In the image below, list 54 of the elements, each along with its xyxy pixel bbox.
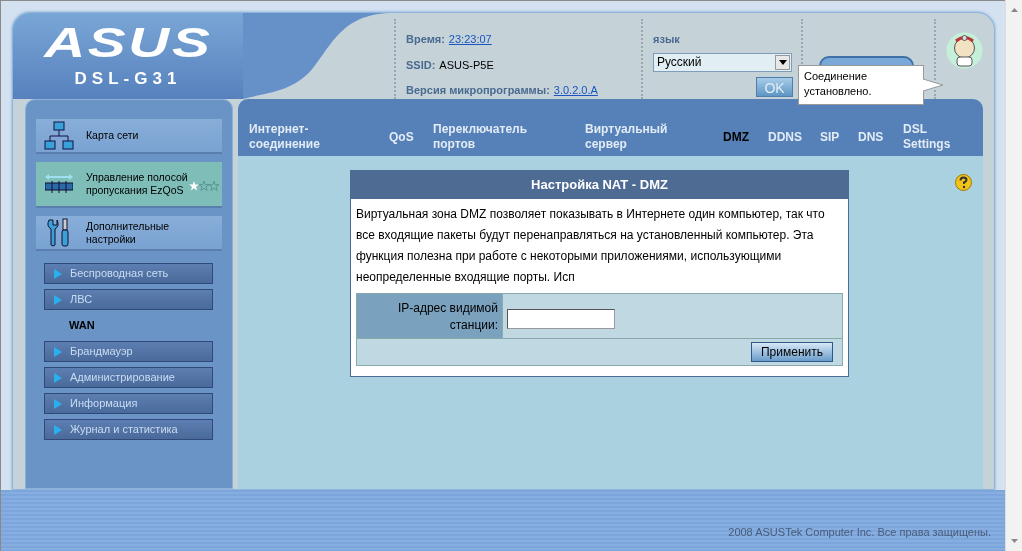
tooltip-pointer-icon [923,77,943,93]
sidebar-subitem[interactable]: ЛВС [44,289,213,310]
triangle-icon [54,294,62,305]
ssid-value: ASUS-P5E [439,57,494,73]
tab[interactable]: Виртуальный сервер [585,122,685,152]
tab[interactable]: DNS [858,129,884,145]
sidebar-subitem[interactable]: WAN [44,315,232,336]
sidebar-subitem[interactable]: Беспроводная сеть [44,263,213,284]
logo: ASUS [43,23,213,63]
star-icon [209,181,219,191]
star-icon [189,181,199,191]
sidebar-item[interactable]: Дополнительные настройки [36,216,222,251]
tab[interactable]: QoS [389,129,414,145]
copyright-text: 2008 ASUSTek Computer Inc. Все права защищены. [728,524,991,540]
triangle-icon [54,346,62,357]
language-label: язык [653,32,681,47]
sidebar-subitem[interactable]: Брандмауэр [44,341,213,362]
firmware-label: Версия микропрограммы: [406,83,550,98]
triangle-icon [54,268,62,279]
ip-address-label: IP-адрес видимой станции: [357,294,503,338]
tab[interactable]: DDNS [768,129,802,145]
scroll-down-icon[interactable] [1010,539,1018,543]
ip-address-field[interactable] [507,309,615,329]
mascot-avatar-icon [946,32,983,69]
tab[interactable]: DMZ [723,129,749,145]
network-map-icon [44,120,74,151]
tab[interactable]: SIP [820,129,840,145]
time-link[interactable]: 23:23:07 [448,31,492,48]
triangle-icon [54,372,62,383]
language-select[interactable]: Русский [653,52,792,72]
triangle-icon [54,398,62,409]
dialog-title: Настройка NAT - DMZ [351,171,848,199]
tab[interactable]: DSL Settings [903,122,963,152]
dialog-description: Виртуальная зона DMZ позволяет показывать в Интернете один компьютер, так что все входящие пакеты будут перенаправляться на установленный компьютер. Эта функция полезна при работе с некоторыми приложениями, использующими неопределенные входящие порты. Исп [355,206,826,286]
tools-icon [46,217,72,248]
model-name: DSL-G31 [74,68,182,90]
status-tooltip: Соединение установлено. [798,65,924,105]
star-icon [199,181,209,191]
firmware-link[interactable]: 3.0.2.0.A [553,82,598,99]
sidebar-subitem[interactable]: Журнал и статистика [44,419,213,440]
help-icon[interactable] [955,174,972,191]
scroll-up-icon[interactable] [1010,8,1018,12]
bandwidth-icon [45,173,73,195]
time-label: Время: [406,32,445,47]
triangle-icon [54,424,62,435]
sidebar-subitem[interactable]: Информация [44,393,213,414]
tab[interactable]: Переключатель портов [433,122,533,152]
tab[interactable]: Интернет-соединение [249,122,349,152]
sidebar-item[interactable]: Карта сети [36,119,222,154]
ssid-label: SSID: [406,57,436,73]
apply-button[interactable]: Применить [751,342,833,362]
sidebar-item[interactable]: Управление полосой пропускания EzQoS [36,162,222,208]
sidebar-subitem[interactable]: Администрирование [44,367,213,388]
scrollbar[interactable] [1005,0,1022,551]
